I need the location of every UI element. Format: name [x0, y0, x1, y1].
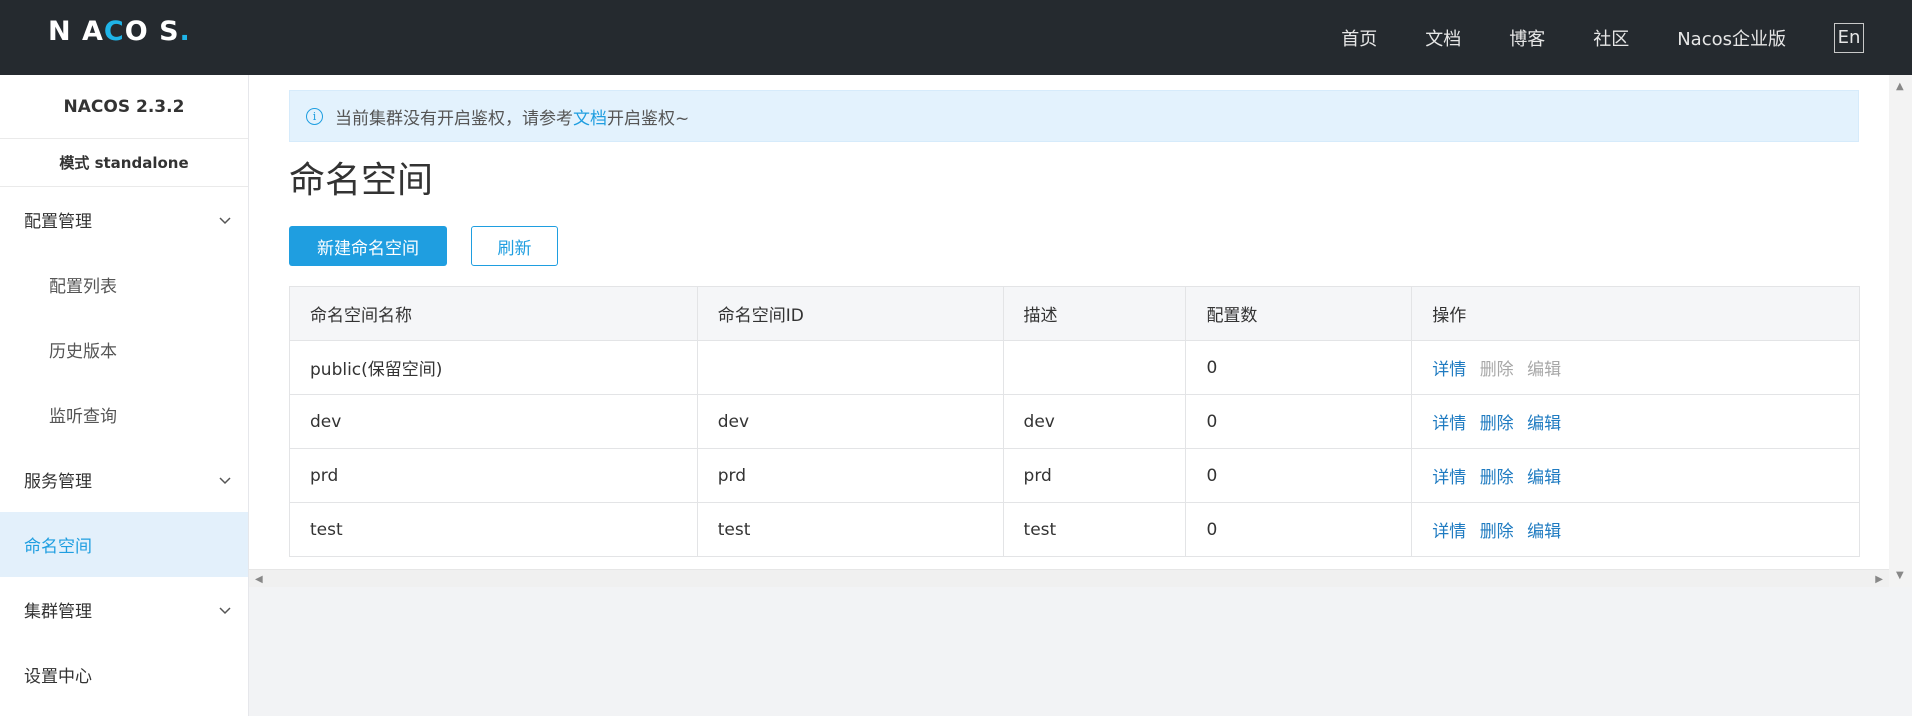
scroll-up-icon[interactable]: ▲ [1896, 81, 1904, 92]
cell-id: prd [696, 448, 1004, 503]
nav-blog[interactable]: 博客 [1509, 25, 1545, 51]
table-row: public(保留空间) 0 详情 删除 编辑 [289, 340, 1860, 395]
nacos-logo[interactable]: N A C O S. [48, 16, 191, 47]
sidebar-group-label: 集群管理 [24, 602, 92, 622]
sidebar: NACOS 2.3.2 模式 standalone 配置管理 配置列表 历史版本… [0, 75, 249, 716]
cell-actions: 详情 删除 编辑 [1411, 502, 1860, 557]
delete-link[interactable]: 删除 [1480, 522, 1514, 542]
cell-name: public(保留空间) [289, 340, 698, 395]
column-header-config-count: 配置数 [1185, 286, 1413, 341]
info-icon: i [306, 107, 323, 125]
language-toggle-button[interactable]: En [1834, 22, 1864, 53]
cell-actions: 详情 删除 编辑 [1411, 448, 1860, 503]
top-nav: 首页 文档 博客 社区 Nacos企业版 En [1293, 0, 1912, 75]
cell-name: prd [289, 448, 698, 503]
table-row: prd prd prd 0 详情 删除 编辑 [289, 448, 1860, 503]
sidebar-item-listener-query[interactable]: 监听查询 [0, 382, 248, 447]
edit-link[interactable]: 编辑 [1527, 468, 1561, 488]
sidebar-group-config-management[interactable]: 配置管理 [0, 187, 248, 252]
sidebar-group-label: 配置管理 [24, 212, 92, 232]
delete-link: 删除 [1479, 360, 1514, 380]
sidebar-group-label: 设置中心 [24, 667, 92, 687]
cell-name: test [289, 502, 698, 557]
details-link[interactable]: 详情 [1432, 522, 1466, 542]
main-content: i 当前集群没有开启鉴权，请参考 文档 开启鉴权~ 命名空间 新建命名空间 刷新 命… [249, 75, 1912, 716]
horizontal-scrollbar[interactable]: ◀ ▶ [249, 569, 1889, 587]
delete-link[interactable]: 删除 [1480, 414, 1514, 434]
sidebar-group-service-management[interactable]: 服务管理 [0, 447, 248, 512]
notice-docs-link[interactable]: 文档 [573, 104, 607, 129]
edit-link[interactable]: 编辑 [1527, 522, 1561, 542]
edit-link[interactable]: 编辑 [1527, 414, 1561, 434]
cell-id [696, 340, 1004, 395]
sidebar-item-history[interactable]: 历史版本 [0, 317, 248, 382]
sidebar-version: NACOS 2.3.2 [0, 75, 248, 139]
table-row: dev dev dev 0 详情 删除 编辑 [289, 394, 1860, 449]
column-header-id: 命名空间ID [696, 286, 1004, 341]
sidebar-group-label: 服务管理 [24, 472, 92, 492]
sidebar-item-namespace[interactable]: 命名空间 [0, 512, 248, 577]
chevron-down-icon [219, 216, 231, 224]
new-namespace-button[interactable]: 新建命名空间 [289, 226, 447, 266]
chevron-down-icon [219, 606, 231, 614]
sidebar-item-settings-center[interactable]: 设置中心 [0, 642, 248, 707]
details-link[interactable]: 详情 [1432, 468, 1466, 488]
cell-id: dev [696, 394, 1004, 449]
notice-text-before: 当前集群没有开启鉴权，请参考 [335, 108, 573, 129]
cell-id: test [696, 502, 1004, 557]
nav-community[interactable]: 社区 [1593, 25, 1629, 51]
nav-enterprise[interactable]: Nacos企业版 [1677, 25, 1786, 51]
content-panel: i 当前集群没有开启鉴权，请参考 文档 开启鉴权~ 命名空间 新建命名空间 刷新 命… [249, 75, 1889, 569]
delete-link[interactable]: 删除 [1480, 468, 1514, 488]
cell-config-count: 0 [1185, 394, 1413, 449]
cell-description: test [1002, 502, 1187, 557]
scroll-right-icon[interactable]: ▶ [1875, 574, 1883, 585]
chevron-down-icon [219, 476, 231, 484]
sidebar-group-cluster-management[interactable]: 集群管理 [0, 577, 248, 642]
cell-actions: 详情 删除 编辑 [1411, 340, 1860, 395]
namespace-table: 命名空间名称 命名空间ID 描述 配置数 操作 public(保留空间) 0 详… [289, 286, 1860, 557]
table-header-row: 命名空间名称 命名空间ID 描述 配置数 操作 [289, 286, 1860, 341]
column-header-name: 命名空间名称 [289, 286, 698, 341]
nav-home[interactable]: 首页 [1341, 25, 1377, 51]
cell-description [1002, 340, 1187, 395]
sidebar-mode: 模式 standalone [0, 139, 248, 187]
column-header-actions: 操作 [1411, 286, 1860, 341]
vertical-scrollbar[interactable]: ▲ ▼ [1889, 75, 1912, 587]
refresh-button[interactable]: 刷新 [471, 226, 558, 266]
page-title: 命名空间 [289, 160, 434, 201]
details-link[interactable]: 详情 [1432, 360, 1466, 380]
details-link[interactable]: 详情 [1432, 414, 1466, 434]
cell-actions: 详情 删除 编辑 [1411, 394, 1860, 449]
top-header: N A C O S. 首页 文档 博客 社区 Nacos企业版 En [0, 0, 1912, 75]
sidebar-item-config-list[interactable]: 配置列表 [0, 252, 248, 317]
table-row: test test test 0 详情 删除 编辑 [289, 502, 1860, 557]
cell-config-count: 0 [1185, 502, 1413, 557]
notice-text-after: 开启鉴权~ [607, 108, 690, 129]
cell-name: dev [289, 394, 698, 449]
cell-description: dev [1002, 394, 1187, 449]
auth-notice: i 当前集群没有开启鉴权，请参考 文档 开启鉴权~ [289, 90, 1859, 142]
edit-link: 编辑 [1527, 360, 1562, 380]
cell-description: prd [1002, 448, 1187, 503]
column-header-description: 描述 [1002, 286, 1187, 341]
cell-config-count: 0 [1185, 340, 1413, 395]
scroll-left-icon[interactable]: ◀ [255, 574, 263, 585]
cell-config-count: 0 [1185, 448, 1413, 503]
scroll-down-icon[interactable]: ▼ [1896, 570, 1904, 581]
nav-docs[interactable]: 文档 [1425, 25, 1461, 51]
